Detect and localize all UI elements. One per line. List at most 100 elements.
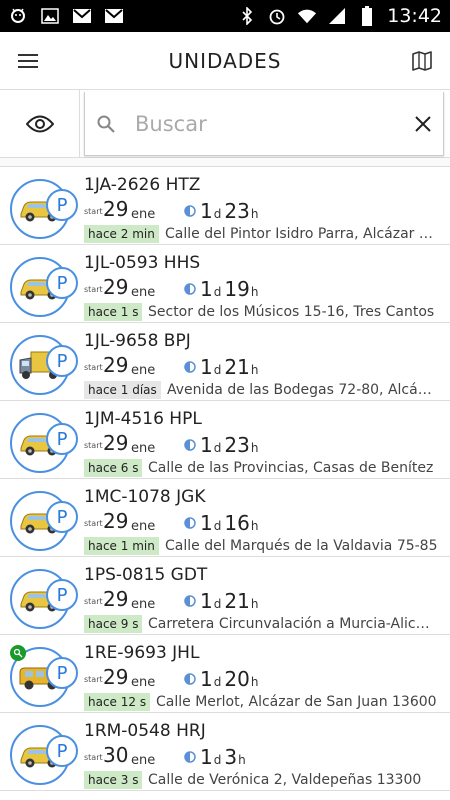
duration-days-unit: d [213,207,222,221]
start-day: 29 [103,587,129,611]
parking-badge: P [46,189,78,221]
unit-plate: 1RE-9693 JHL [84,643,200,663]
last-update-badge: hace 1 min [84,537,159,555]
unit-address: Calle de las Provincias, Casas de Beníte… [148,460,434,476]
duration-icon [184,751,196,763]
page-title: UNIDADES [168,48,282,73]
start-day: 29 [103,431,129,455]
trip-duration: 1d 3h [184,745,249,769]
parking-badge: P [46,423,78,455]
duration-icon [184,361,196,373]
duration-hours: 3 [224,745,238,769]
start-month: ene [131,753,156,768]
status-bar-system: 13:42 [237,5,450,27]
image-icon [40,7,60,25]
duration-hours-unit: h [250,285,259,299]
unit-plate: 1JA-2626 HTZ [84,175,201,195]
start-day: 29 [103,275,129,299]
last-update-badge: hace 12 s [84,693,151,711]
unit-list-item[interactable]: P 1RM-0548 HRJ start 30 ene 1d 3h hace 3… [0,713,450,791]
start-day: 29 [103,353,129,377]
eye-icon [25,115,54,133]
duration-days: 1 [200,355,213,379]
unit-address: Calle Merlot, Alcázar de San Juan 13600 [156,694,437,710]
android-icon [8,7,28,25]
unit-plate: 1JM-4516 HPL [84,409,202,429]
unit-list-item[interactable]: P 1JL-0593 HHS start 29 ene 1d 19 h hace … [0,245,450,323]
duration-days-unit: d [213,597,222,611]
trip-duration: 1d 16 h [184,511,261,535]
unit-plate: 1RM-0548 HRJ [84,721,206,741]
duration-days: 1 [200,511,213,535]
parking-icon: P [56,194,68,216]
start-month: ene [131,285,156,300]
search-icon [85,115,125,133]
parking-badge: P [46,501,78,533]
gmail-icon [104,7,124,25]
bluetooth-icon [237,7,257,25]
map-icon [412,50,432,71]
start-day: 30 [103,743,129,767]
trip-duration: 1d 20 h [184,667,261,691]
unit-address: Calle de Verónica 2, Valdepeñas 13300 [148,772,422,788]
unit-list-item[interactable]: P 1RE-9693 JHL start 29 ene 1d 20 h hace … [0,635,450,713]
duration-hours: 19 [224,277,250,301]
start-day: 29 [103,665,129,689]
unit-list-item[interactable]: P 1PS-0815 GDT start 29 ene 1d 21 h hace … [0,557,450,635]
clear-search-button[interactable] [403,115,443,132]
search-box [84,92,444,156]
gmail-icon [72,7,92,25]
duration-hours-unit: h [250,363,259,377]
duration-days: 1 [200,667,213,691]
duration-hours: 20 [224,667,250,691]
duration-icon [184,517,196,529]
start-label: start [84,285,103,294]
parking-badge: P [46,267,78,299]
map-button[interactable] [394,32,450,90]
unit-list-item[interactable]: P 1JA-2626 HTZ start 29 ene 1d 23 h hace … [0,167,450,245]
unit-list-item[interactable]: P 1JM-4516 HPL start 29 ene 1d 23 h hace … [0,401,450,479]
start-month: ene [131,519,156,534]
duration-days: 1 [200,277,213,301]
trip-duration: 1d 21 h [184,355,261,379]
parking-badge: P [46,735,78,767]
start-label: start [84,675,103,684]
duration-hours: 23 [224,433,250,457]
app-bar: UNIDADES [0,32,450,90]
start-month: ene [131,441,156,456]
list-scroll-remnant [0,158,450,167]
unit-address: Calle del Pintor Isidro Parra, Alcázar d… [165,226,438,242]
search-input[interactable] [125,111,403,136]
last-update-badge: hace 1 días [84,381,161,399]
last-update-badge: hace 9 s [84,615,143,633]
duration-hours-unit: h [238,753,246,767]
duration-icon [184,439,196,451]
hamburger-icon [18,53,38,68]
duration-hours-unit: h [250,597,259,611]
parking-icon: P [56,272,68,294]
duration-hours: 16 [224,511,250,535]
trip-duration: 1d 21 h [184,589,261,613]
start-label: start [84,363,103,372]
duration-icon [184,205,196,217]
unit-list: P 1JA-2626 HTZ start 29 ene 1d 23 h hace … [0,158,450,800]
unit-list-item[interactable]: P 1JL-9658 BPJ start 29 ene 1d 21 h hace … [0,323,450,401]
duration-days: 1 [200,199,213,223]
duration-icon [184,595,196,607]
signal-icon [327,7,347,25]
trip-duration: 1d 23 h [184,199,261,223]
parking-badge: P [46,657,78,689]
duration-icon [184,673,196,685]
parking-icon: P [56,662,68,684]
parking-icon: P [56,584,68,606]
unit-list-item[interactable]: P 1MC-1078 JGK start 29 ene 1d 16 h hace … [0,479,450,557]
online-status-icon [10,645,26,661]
menu-button[interactable] [0,32,56,90]
unit-address: Sector de los Músicos 15-16, Tres Cantos [148,304,435,320]
start-label: start [84,441,103,450]
last-update-badge: hace 3 s [84,771,143,789]
duration-days: 1 [200,589,213,613]
duration-days-unit: d [213,753,222,767]
parking-icon: P [56,428,68,450]
visibility-toggle-button[interactable] [0,90,80,158]
